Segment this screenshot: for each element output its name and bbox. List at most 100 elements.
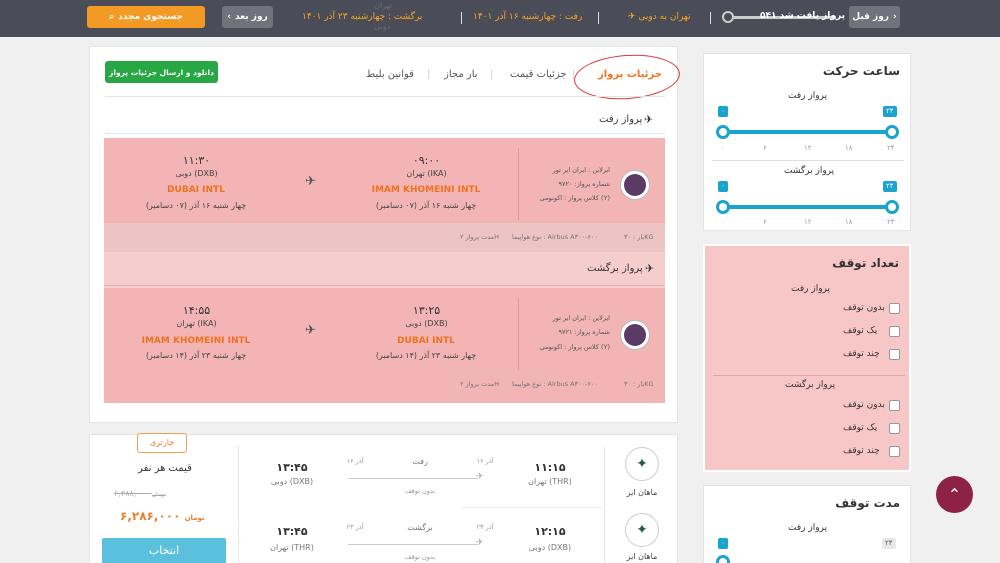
- outbound-time-slider-track[interactable]: [723, 130, 893, 134]
- chevron-left-icon: ‹: [227, 12, 231, 22]
- tab-price-details[interactable]: جزئیات قیمت: [510, 69, 567, 80]
- next-day-label: روز بعد: [234, 12, 268, 22]
- slider-handle-min[interactable]: [716, 200, 730, 214]
- dep-date: ۱۶ آذر: [476, 457, 494, 465]
- aircraft-type: نوع هواپیما : Airbus A۳۰۰-۶۰۰: [512, 233, 598, 241]
- one-stop-checkbox[interactable]: [889, 326, 900, 337]
- stop-label: بدون توقف: [404, 487, 436, 495]
- filter-title: مدت توقف: [835, 496, 900, 510]
- dep-date: ۲۳ آذر: [476, 523, 494, 531]
- arr-time: ۱۳:۴۵: [276, 525, 308, 538]
- min-tag: ۰: [718, 106, 728, 117]
- slider-handle-min[interactable]: [716, 555, 730, 563]
- departure-time-filter: ساعت حرکت پرواز رفت ۰ ۲۴ ۲۴ ۱۸ ۱۲ ۶ ۰ پر…: [703, 53, 911, 231]
- no-stop-checkbox[interactable]: [889, 303, 900, 314]
- plane-icon: ✈: [305, 323, 316, 338]
- slider-handle-max[interactable]: [885, 125, 899, 139]
- max-tag: ۲۴: [883, 106, 897, 117]
- tick-label: ۰: [721, 144, 725, 152]
- tab-ticket-rules[interactable]: قوانین بلیط: [366, 69, 414, 80]
- scroll-top-button[interactable]: ⌃: [936, 476, 973, 513]
- dep-city: دوبی (DXB): [405, 319, 448, 328]
- airline-logo: ✦: [625, 513, 659, 547]
- new-search-label: جستجوی مجدد: [118, 12, 183, 22]
- arr-city: تهران (THR): [270, 543, 314, 552]
- return-label: پرواز برگشت: [784, 166, 835, 176]
- flight-duration: مدت پرواز ۲H: [460, 233, 500, 241]
- download-label: دانلود و ارسال جزئیات پرواز: [109, 67, 214, 77]
- tick-label: ۶: [763, 218, 767, 226]
- dep-airport: DUBAI INTL: [397, 336, 455, 346]
- divider: [462, 507, 602, 508]
- tick-label: ۱۲: [804, 218, 812, 226]
- stop-duration-filter: مدت توقف پرواز رفت ۰ ۲۴: [703, 485, 911, 563]
- one-stop-checkbox[interactable]: [889, 423, 900, 434]
- multi-stop-checkbox[interactable]: [889, 446, 900, 457]
- slider-handle-min[interactable]: [716, 125, 730, 139]
- baggage: بار : ۳۰KG: [624, 380, 654, 388]
- prev-day-button[interactable]: روز قبل ›: [849, 6, 900, 28]
- arr-airport: DUBAI INTL: [167, 185, 225, 195]
- depart-date: رفت : چهارشنبه ۱۶ آذر ۱۴۰۱: [473, 12, 583, 22]
- tab-baggage[interactable]: بار مجاز: [444, 69, 478, 80]
- divider: [518, 298, 519, 370]
- new-search-button[interactable]: ⌕ جستجوی مجدد: [87, 6, 205, 28]
- tick-label: ۱۲: [804, 144, 812, 152]
- prev-day-label: روز قبل: [852, 12, 889, 22]
- takeoff-icon: ✈: [644, 113, 654, 126]
- no-stop-checkbox[interactable]: [889, 400, 900, 411]
- multi-stop-checkbox[interactable]: [889, 349, 900, 360]
- arr-city: دوبی (DXB): [270, 477, 314, 486]
- plane-icon: ✈: [476, 538, 484, 548]
- tab-divider: |: [427, 69, 431, 80]
- return-time-slider-track[interactable]: [723, 205, 893, 209]
- airline-logo: [620, 170, 650, 200]
- divider: [713, 375, 905, 376]
- old-price-unit: تومان: [151, 491, 166, 498]
- arr-date: چهار شنبه ۱۶ آذر (۰۷ دسامبر): [145, 201, 247, 210]
- route-text: ✈ تهران به دوبی: [628, 12, 691, 22]
- airline-logo: ✦: [625, 447, 659, 481]
- airline-name: ایرلاین : ایران ایر تور: [552, 314, 610, 322]
- mahan-logo-icon: ✦: [636, 522, 648, 538]
- option-label: یک توقف: [843, 423, 878, 433]
- highlight-circle: [572, 51, 682, 103]
- select-button[interactable]: انتخاب: [102, 538, 226, 563]
- outbound-segment: ایرلاین : ایران ایر تور شماره پرواز: ۹۷۲…: [104, 138, 665, 252]
- route-line: [348, 478, 478, 479]
- tick-label: ۱۸: [845, 218, 853, 226]
- dep-city: تهران (THR): [528, 477, 572, 486]
- stops-filter: تعداد توقف پرواز رفت بدون توقف یک توقف چ…: [703, 244, 911, 472]
- results-count: ۵۴۱ پرواز یافت شد: [760, 11, 845, 21]
- stop-label: بدون توقف: [404, 553, 436, 561]
- flight-class: کلاس پرواز : اکونومی (Y): [539, 343, 610, 351]
- slider-handle-max[interactable]: [885, 200, 899, 214]
- option-label: یک توقف: [843, 326, 878, 336]
- flight-number: شماره پرواز: ۹۷۲۱: [558, 328, 611, 336]
- return-header: پرواز برگشت ✈: [104, 252, 665, 288]
- max-tag: ۲۴: [882, 538, 896, 549]
- baggage: بار : ۳۰KG: [624, 233, 654, 241]
- download-details-button[interactable]: دانلود و ارسال جزئیات پرواز: [105, 61, 218, 83]
- filter-title: ساعت حرکت: [822, 64, 900, 78]
- divider: [518, 148, 519, 220]
- progress-knob: [722, 11, 734, 23]
- price: تومان ۶,۲۸۶,۰۰۰: [120, 509, 205, 523]
- dep-city: تهران (IKA): [406, 169, 447, 178]
- option-label: چند توقف: [843, 349, 880, 359]
- direction-label: برگشت: [407, 523, 433, 532]
- dep-time: ۱۱:۱۵: [534, 461, 566, 474]
- ghost-text: دوبی: [374, 22, 391, 31]
- arr-time: ۱۱:۳۰: [182, 154, 211, 167]
- dep-date: چهار شنبه ۲۳ آذر (۱۴ دسامبر): [375, 351, 477, 360]
- min-tag: ۰: [718, 538, 728, 549]
- route-label: تهران به دوبی: [638, 12, 691, 22]
- route-line: [348, 544, 478, 545]
- next-day-button[interactable]: ‹ روز بعد: [222, 6, 273, 28]
- tick-label: ۲۴: [887, 218, 895, 226]
- dep-airport: IMAM KHOMEINI INTL: [371, 185, 481, 195]
- arr-city: دوبی (DXB): [175, 169, 218, 178]
- price-label: قیمت هر نفر: [138, 463, 192, 474]
- price-unit: تومان: [184, 514, 205, 522]
- dep-city: دوبی (DXB): [528, 543, 572, 552]
